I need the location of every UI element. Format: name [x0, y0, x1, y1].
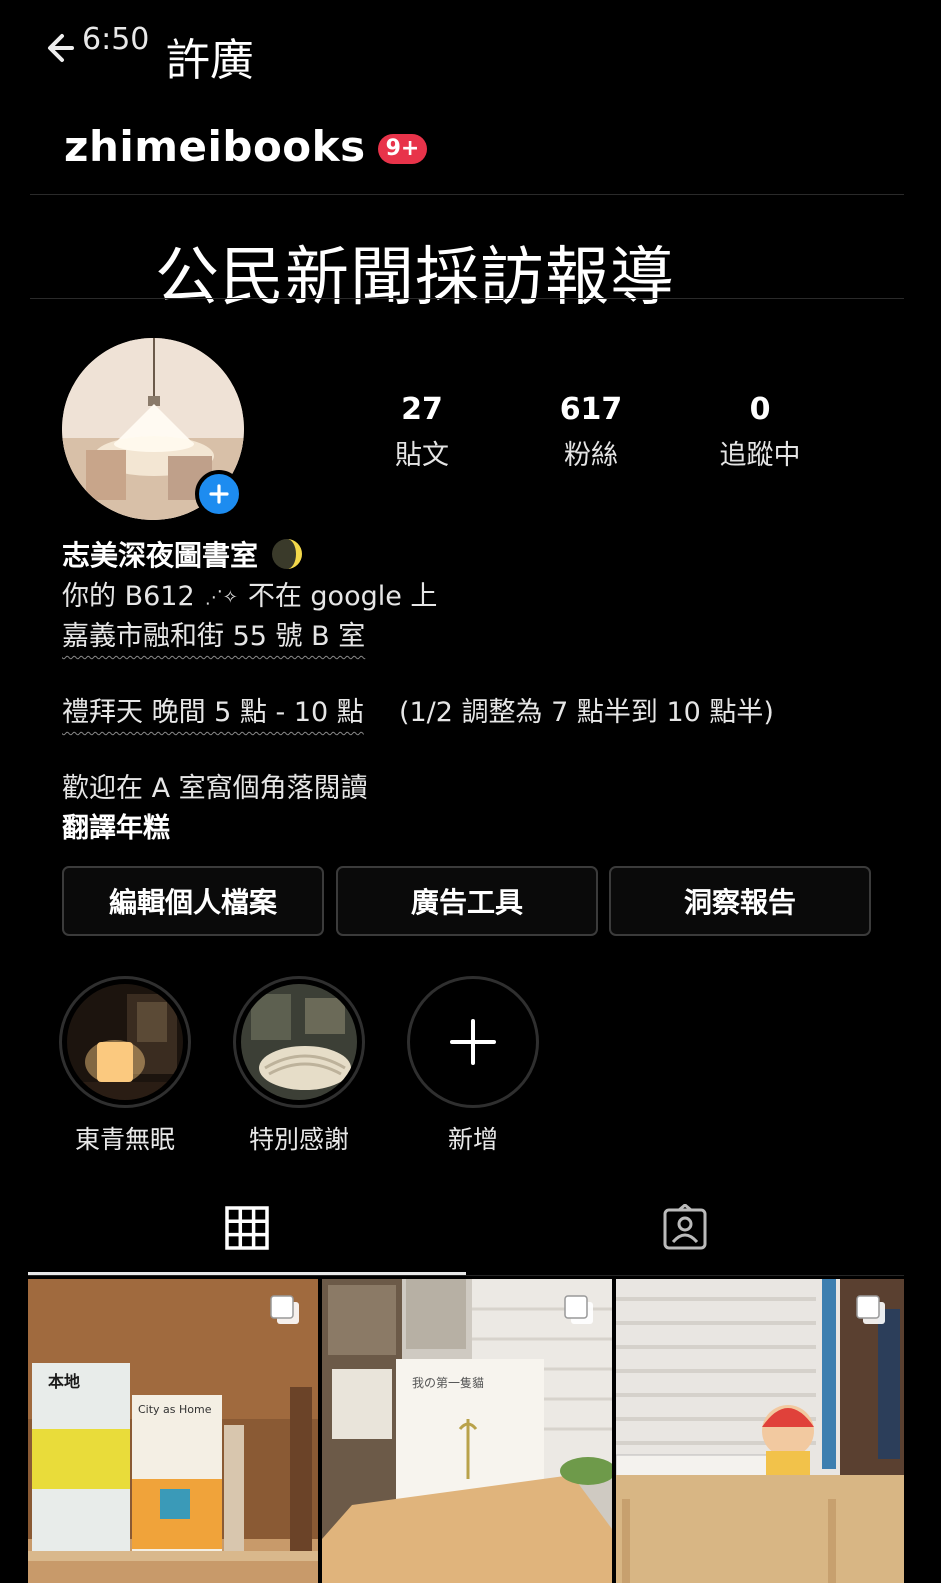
stat-followers[interactable]: 617 粉絲 [521, 392, 661, 472]
multiple-posts-icon [270, 1295, 299, 1324]
highlight-cover [67, 984, 183, 1100]
grid-tab[interactable] [217, 1198, 277, 1258]
video-caption-top: 許廣 [166, 35, 254, 86]
divider [30, 298, 904, 299]
divider [30, 194, 904, 195]
highlight-item[interactable]: 東青無眠 [57, 976, 193, 1156]
highlight-item[interactable]: 特別感謝 [231, 976, 367, 1156]
bio-address[interactable]: 嘉義市融和街 55 號 B 室 [62, 614, 365, 653]
highlight-label: 新增 [447, 1125, 498, 1154]
stat-posts[interactable]: 27 貼文 [352, 392, 492, 472]
username-header[interactable]: zhimeibooks 9+ [64, 118, 428, 174]
bio-line-1: 你的 B612 ⋰✧ 不在 google 上 [62, 574, 437, 613]
stat-value: 617 [559, 392, 623, 427]
stat-value: 0 [749, 392, 771, 427]
bio-text: 不在 google 上 [247, 581, 438, 612]
profile-name: 志美深夜圖書室 [62, 539, 259, 572]
highlight-label: 東青無眠 [74, 1125, 175, 1154]
book-title: 本地 [48, 1372, 80, 1391]
tab-divider [28, 1275, 904, 1276]
highlight-cover [241, 984, 357, 1100]
tagged-tab[interactable] [655, 1198, 715, 1258]
bio-name-row: 志美深夜圖書室 [62, 534, 304, 574]
stat-following[interactable]: 0 追蹤中 [690, 392, 830, 472]
highlight-ring [233, 976, 365, 1108]
bio-welcome: 歡迎在 A 室窩個角落閱讀 [62, 773, 368, 804]
multiple-posts-icon [564, 1295, 593, 1324]
tagged-icon [663, 1204, 707, 1250]
highlight-ring [59, 976, 191, 1108]
active-tab-indicator [28, 1272, 466, 1275]
post-thumbnail[interactable]: 本地 City as Home [28, 1279, 318, 1583]
book-title: City as Home [138, 1403, 212, 1416]
moon-icon [272, 539, 303, 569]
add-story-button[interactable] [195, 470, 243, 518]
stat-label: 貼文 [395, 440, 449, 471]
notification-badge[interactable]: 9+ [377, 134, 428, 164]
bio-hours: 禮拜天 晚間 5 點 - 10 點 (1/2 調整為 7 點半到 10 點半) [62, 690, 774, 729]
stat-value: 27 [401, 392, 443, 427]
edit-profile-button[interactable]: 編輯個人檔案 [62, 866, 324, 936]
bio-hours-note: (1/2 調整為 7 點半到 10 點半) [398, 697, 774, 728]
book-title: 我の第一隻貓 [412, 1375, 484, 1390]
stat-label: 粉絲 [564, 440, 618, 471]
plus-icon [209, 484, 229, 504]
stat-label: 追蹤中 [719, 440, 801, 471]
insights-button[interactable]: 洞察報告 [609, 866, 871, 936]
bio-translate-link[interactable]: 翻譯年糕 [62, 806, 170, 845]
post-thumbnail[interactable] [616, 1279, 904, 1583]
new-highlight-button[interactable]: 新增 [405, 976, 541, 1156]
back-arrow-icon[interactable] [42, 28, 86, 72]
grid-icon [225, 1206, 269, 1250]
headline-caption: 公民新聞採訪報導 [155, 241, 675, 315]
sparkle-icon: ⋰✧ [204, 587, 238, 608]
bio-hours-main: 禮拜天 晚間 5 點 - 10 點 [62, 697, 364, 728]
bio-text: 你的 B612 [62, 581, 195, 612]
multiple-posts-icon [856, 1295, 885, 1324]
highlight-label: 特別感謝 [248, 1125, 349, 1154]
plus-icon [450, 1019, 496, 1065]
post-thumbnail[interactable]: 我の第一隻貓 [322, 1279, 612, 1583]
username[interactable]: zhimeibooks [64, 122, 366, 171]
ad-tools-button[interactable]: 廣告工具 [336, 866, 598, 936]
status-time: 6:50 [82, 22, 150, 57]
highlight-ring [407, 976, 539, 1108]
